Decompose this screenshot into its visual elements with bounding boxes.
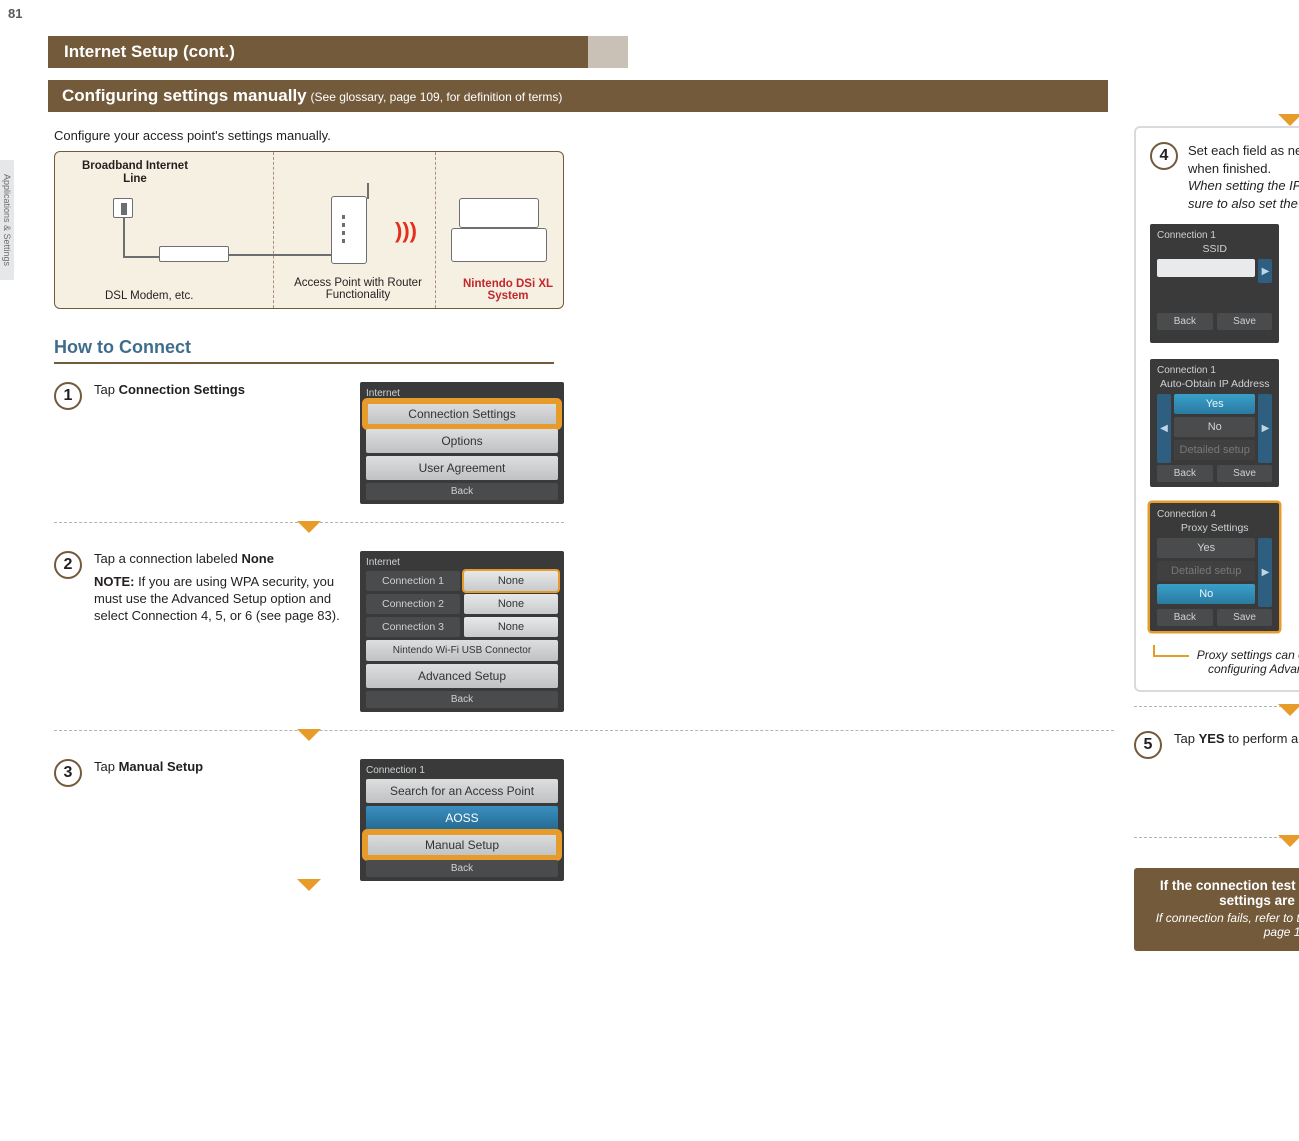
advanced-setup-button[interactable]: Advanced Setup bbox=[366, 664, 558, 688]
diagram-ap-label: Access Point with Router Functionality bbox=[293, 277, 423, 302]
left-arrow-icon[interactable]: ◀ bbox=[1157, 394, 1171, 463]
step4-l2: When setting the IP address manually, be… bbox=[1188, 178, 1299, 211]
ssid-field[interactable] bbox=[1157, 259, 1255, 277]
step2-note-bold: NOTE: bbox=[94, 574, 134, 589]
subsection-header: Configuring settings manually (See gloss… bbox=[48, 80, 1108, 112]
search-ap-button[interactable]: Search for an Access Point bbox=[366, 779, 558, 803]
completion-line1: If the connection test is successful, yo… bbox=[1146, 878, 1299, 908]
how-to-connect-heading: How to Connect bbox=[54, 337, 554, 364]
page-right: 82 Applications & Settings 4 Set each fi… bbox=[1114, 0, 1299, 975]
step2-screenshot: Internet Connection 1None Connection 2No… bbox=[360, 551, 564, 712]
auto-ip-screen: Connection 1 Auto-Obtain IP Address ◀ Ye… bbox=[1150, 359, 1279, 487]
step1-prefix: Tap bbox=[94, 382, 119, 397]
proxy-screen: Connection 4 Proxy Settings Yes Detailed… bbox=[1150, 503, 1279, 631]
flow-arrow-icon bbox=[1278, 114, 1299, 126]
lead-in-text: Configure your access point's settings m… bbox=[54, 128, 1114, 143]
step2-screen-title: Internet bbox=[366, 557, 558, 568]
section-header: Internet Setup (cont.) bbox=[48, 36, 588, 68]
back-button[interactable]: Back bbox=[1157, 609, 1213, 626]
step1-bold: Connection Settings bbox=[119, 382, 245, 397]
back-button[interactable]: Back bbox=[366, 483, 558, 500]
dsi-xl-icon bbox=[451, 198, 547, 262]
user-agreement-button[interactable]: User Agreement bbox=[366, 456, 558, 480]
detailed-setup-button[interactable]: Detailed setup bbox=[1174, 440, 1255, 460]
step5-suffix: to perform a connection test bbox=[1225, 731, 1299, 746]
back-button[interactable]: Back bbox=[1157, 465, 1213, 482]
conn3-label: Connection 3 bbox=[366, 617, 460, 637]
flow-arrow-icon bbox=[1278, 704, 1299, 716]
save-button[interactable]: Save bbox=[1217, 609, 1273, 626]
diagram-dsl-label: DSL Modem, etc. bbox=[105, 290, 193, 302]
router-icon bbox=[331, 196, 367, 264]
step4-l1c: when finished. bbox=[1188, 161, 1271, 176]
step-badge-1: 1 bbox=[54, 382, 82, 410]
back-button[interactable]: Back bbox=[366, 860, 558, 877]
wifi-icon: ))) bbox=[395, 218, 417, 244]
no-button[interactable]: No bbox=[1157, 584, 1255, 604]
conn1-button[interactable]: None bbox=[464, 571, 558, 591]
step3-screenshot: Connection 1 Search for an Access Point … bbox=[360, 759, 564, 881]
network-diagram: Broadband Internet Line DSL Modem, etc. … bbox=[54, 151, 564, 309]
step-1: 1 Tap Connection Settings Internet Conne… bbox=[54, 382, 564, 504]
completion-banner: If the connection test is successful, yo… bbox=[1134, 868, 1299, 951]
right-arrow-icon[interactable]: ▶ bbox=[1258, 259, 1272, 283]
step-5: 5 Tap YES to perform a connection test C… bbox=[1134, 731, 1299, 823]
usb-connector-button[interactable]: Nintendo Wi-Fi USB Connector bbox=[366, 640, 558, 661]
proxy-note: Proxy settings can only be configured wh… bbox=[1150, 645, 1299, 676]
completion-line2: If connection fails, refer to the list o… bbox=[1146, 911, 1299, 939]
modem-icon bbox=[159, 246, 229, 262]
options-button[interactable]: Options bbox=[366, 429, 558, 453]
side-tab-left: Applications & Settings bbox=[0, 160, 14, 280]
yes-button[interactable]: Yes bbox=[1174, 394, 1255, 414]
step5-bold: YES bbox=[1199, 731, 1225, 746]
step2-prefix: Tap a connection labeled bbox=[94, 551, 241, 566]
detailed-setup-button[interactable]: Detailed setup bbox=[1157, 561, 1255, 581]
step1-screen-title: Internet bbox=[366, 388, 558, 399]
conn2-button[interactable]: None bbox=[464, 594, 558, 614]
diagram-broadband-label: Broadband Internet Line bbox=[75, 160, 195, 185]
right-arrow-icon[interactable]: ▶ bbox=[1258, 394, 1272, 463]
step-2: 2 Tap a connection labeled None NOTE: If… bbox=[54, 551, 564, 712]
step-badge-2: 2 bbox=[54, 551, 82, 579]
back-button[interactable]: Back bbox=[366, 691, 558, 708]
save-button[interactable]: Save bbox=[1217, 313, 1273, 330]
step1-screenshot: Internet Connection Settings Options Use… bbox=[360, 382, 564, 504]
flow-arrow-icon bbox=[1278, 835, 1299, 847]
diagram-dsxl-label: Nintendo DSi XL System bbox=[453, 278, 563, 302]
conn1-label: Connection 1 bbox=[366, 571, 460, 591]
step-badge-4: 4 bbox=[1150, 142, 1178, 170]
step2-bold: None bbox=[241, 551, 274, 566]
yes-button[interactable]: Yes bbox=[1157, 538, 1255, 558]
page-left: 81 Applications & Settings Internet Setu… bbox=[0, 0, 1114, 975]
right-arrow-icon[interactable]: ▶ bbox=[1258, 538, 1272, 607]
flow-arrow-icon bbox=[297, 729, 321, 741]
aoss-button[interactable]: AOSS bbox=[366, 806, 558, 830]
no-button[interactable]: No bbox=[1174, 417, 1255, 437]
step-3: 3 Tap Manual Setup Connection 1 Search f… bbox=[54, 759, 564, 881]
step3-screen-title: Connection 1 bbox=[366, 765, 558, 776]
conn2-label: Connection 2 bbox=[366, 594, 460, 614]
subsection-title: Configuring settings manually bbox=[62, 86, 307, 105]
step3-prefix: Tap bbox=[94, 759, 119, 774]
step5-prefix: Tap bbox=[1174, 731, 1199, 746]
page-number-left: 81 bbox=[8, 6, 22, 21]
step4-l1a: Set each field as needed and tap bbox=[1188, 143, 1299, 158]
step4-panel: 4 Set each field as needed and tap Save … bbox=[1134, 126, 1299, 692]
wall-outlet-icon bbox=[113, 198, 133, 218]
subsection-paren: (See glossary, page 109, for definition … bbox=[311, 90, 563, 104]
back-button[interactable]: Back bbox=[1157, 313, 1213, 330]
connection-settings-button[interactable]: Connection Settings bbox=[366, 402, 558, 426]
step-badge-3: 3 bbox=[54, 759, 82, 787]
step3-bold: Manual Setup bbox=[119, 759, 204, 774]
step-badge-5: 5 bbox=[1134, 731, 1162, 759]
manual-setup-button[interactable]: Manual Setup bbox=[366, 833, 558, 857]
save-button[interactable]: Save bbox=[1217, 465, 1273, 482]
conn3-button[interactable]: None bbox=[464, 617, 558, 637]
ssid-screen: Connection 1 SSID ▶ BackSave bbox=[1150, 224, 1279, 343]
flow-arrow-icon bbox=[297, 521, 321, 533]
